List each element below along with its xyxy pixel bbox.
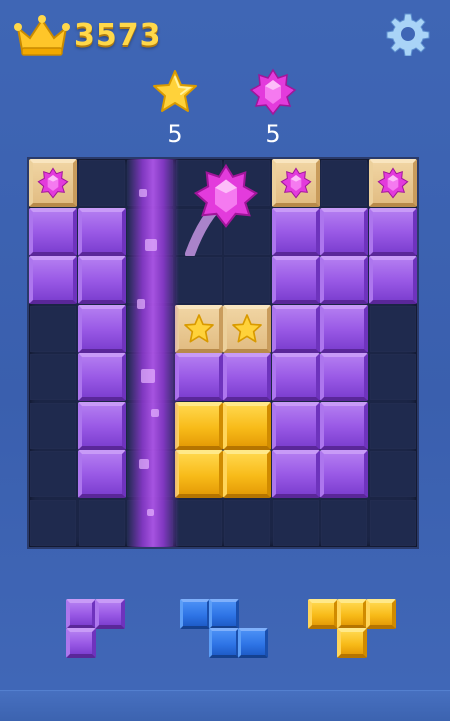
purple-block <box>320 207 368 256</box>
purple-block <box>320 401 368 450</box>
purple-block <box>320 256 368 304</box>
piece-block <box>209 599 239 629</box>
yellow-block <box>174 450 223 498</box>
purple-block <box>77 304 126 353</box>
star-icon <box>183 313 214 342</box>
board-cell[interactable] <box>321 499 367 546</box>
board-cell[interactable] <box>369 354 416 400</box>
board-cell[interactable] <box>30 402 76 449</box>
purple-block <box>77 401 126 450</box>
flying-gem-icon <box>193 163 259 228</box>
bottom-bar <box>0 690 450 721</box>
gem-icon <box>376 167 409 199</box>
board-cell[interactable] <box>175 499 222 546</box>
score-value: 3573 <box>74 18 162 53</box>
gem-icon <box>279 167 312 199</box>
piece-block <box>337 628 367 658</box>
piece-block <box>337 599 367 629</box>
yellow-block <box>223 401 271 450</box>
gem-crate-block <box>271 159 320 207</box>
board-cell[interactable] <box>224 257 270 303</box>
board-cell[interactable] <box>30 305 76 352</box>
purple-block <box>77 353 126 401</box>
line-clear-beam <box>127 159 179 547</box>
star-crate-block <box>174 304 223 353</box>
purple-block <box>320 450 368 498</box>
board-cell[interactable] <box>369 451 416 497</box>
purple-block <box>77 207 126 256</box>
gem-crate-block <box>368 159 417 207</box>
purple-block <box>320 353 368 401</box>
piece-block <box>209 628 239 658</box>
gem-icon <box>37 167 69 199</box>
purple-block <box>271 450 320 498</box>
board-cell[interactable] <box>321 160 367 206</box>
piece-block <box>308 599 338 629</box>
purple-block <box>271 353 320 401</box>
goal-star-count: 5 <box>167 120 183 148</box>
board-cell[interactable] <box>30 354 76 400</box>
board-cell[interactable] <box>224 499 270 546</box>
yellow-block <box>174 401 223 450</box>
star-icon <box>153 70 197 112</box>
board-cell[interactable] <box>369 402 416 449</box>
piece-block <box>95 599 125 629</box>
piece-block <box>66 628 96 658</box>
piece-block <box>366 599 396 629</box>
purple-block <box>271 304 320 353</box>
purple-block <box>29 256 77 304</box>
board-cell[interactable] <box>78 499 125 546</box>
gear-icon[interactable] <box>386 12 430 56</box>
board-cell[interactable] <box>369 499 416 546</box>
board-cell[interactable] <box>175 257 222 303</box>
piece-block <box>66 599 96 629</box>
purple-block <box>77 256 126 304</box>
goal-star: 5 <box>145 68 205 158</box>
crown-icon <box>14 15 70 56</box>
purple-block <box>223 353 271 401</box>
board-cell[interactable] <box>78 160 125 206</box>
purple-block <box>271 401 320 450</box>
yellow-block <box>223 450 271 498</box>
board-cell[interactable] <box>30 499 76 546</box>
board-cell[interactable] <box>30 451 76 497</box>
piece-block <box>238 628 268 658</box>
piece-block <box>180 599 210 629</box>
purple-block <box>174 353 223 401</box>
goal-gem: 5 <box>243 68 303 158</box>
board-cell[interactable] <box>369 305 416 352</box>
gem-crate-block <box>29 159 77 207</box>
star-crate-block <box>223 304 271 353</box>
top-bar: 3573 <box>0 0 450 70</box>
purple-block <box>368 256 417 304</box>
purple-block <box>271 256 320 304</box>
purple-block <box>77 450 126 498</box>
purple-block <box>320 304 368 353</box>
star-icon <box>232 313 262 342</box>
gem-icon <box>249 68 297 116</box>
purple-block <box>271 207 320 256</box>
purple-block <box>29 207 77 256</box>
board-cell[interactable] <box>272 499 319 546</box>
purple-block <box>368 207 417 256</box>
goal-gem-count: 5 <box>265 120 281 148</box>
